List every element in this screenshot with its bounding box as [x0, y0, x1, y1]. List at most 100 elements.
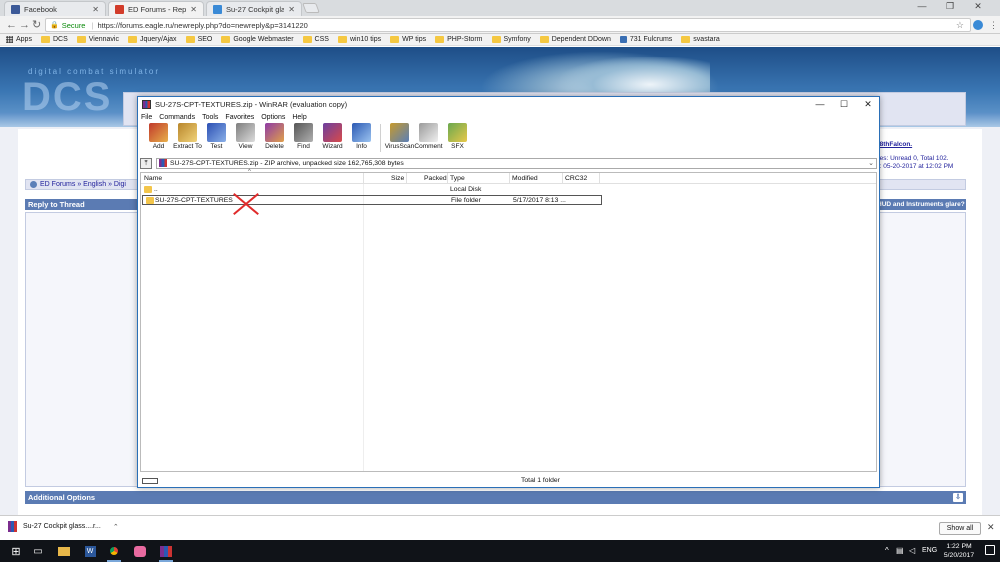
- additional-options-label: Additional Options: [28, 493, 96, 502]
- sfx-button[interactable]: SFX: [443, 123, 472, 150]
- back-icon[interactable]: ←: [6, 17, 17, 33]
- forward-icon[interactable]: →: [19, 17, 30, 33]
- extract-to-button[interactable]: Extract To: [173, 123, 202, 150]
- bookmark-wp-tips[interactable]: WP tips: [390, 36, 426, 43]
- maximize-icon[interactable]: ☐: [832, 97, 856, 112]
- extension-icon[interactable]: [973, 20, 983, 30]
- windows-start-icon[interactable]: ⊞: [8, 543, 24, 559]
- reload-icon[interactable]: ↻: [32, 17, 41, 33]
- chevron-up-icon[interactable]: ^: [885, 546, 889, 555]
- column-size[interactable]: Size: [391, 175, 404, 182]
- menu-commands[interactable]: Commands: [159, 114, 195, 121]
- comment-button[interactable]: Comment: [414, 123, 443, 150]
- page-icon: [619, 36, 627, 43]
- bookmark-win10-tips[interactable]: win10 tips: [337, 36, 381, 43]
- bookmark-viennavic[interactable]: Viennavic: [76, 36, 119, 43]
- column-type[interactable]: Type: [450, 175, 465, 182]
- column-crc32[interactable]: CRC32: [565, 175, 587, 182]
- folder-icon: [221, 36, 231, 43]
- tab-ed-forums[interactable]: ED Forums - Reply to To... ✕: [108, 1, 204, 16]
- download-item[interactable]: Su-27 Cockpit glass....r... ⌃: [8, 521, 119, 532]
- folder-icon: [302, 36, 312, 43]
- bookmark-seo[interactable]: SEO: [185, 36, 212, 43]
- task-view-icon[interactable]: ▭: [30, 543, 46, 559]
- new-tab-button[interactable]: [302, 3, 320, 13]
- url-input[interactable]: 🔒 Secure | https://forums.eagle.ru/newre…: [45, 18, 971, 32]
- file-explorer-icon[interactable]: [56, 543, 72, 559]
- menu-help[interactable]: Help: [292, 114, 306, 121]
- chevron-up-icon[interactable]: ⌃: [113, 523, 119, 531]
- clock-time: 1:22 PM: [946, 543, 972, 550]
- thread-title-link[interactable]: HUD and Instruments glare?: [877, 199, 965, 210]
- chrome-icon[interactable]: [106, 543, 122, 562]
- table-row[interactable]: SU-27S-CPT-TEXTURES File folder 5/17/201…: [142, 195, 602, 205]
- close-icon[interactable]: ✕: [856, 97, 880, 112]
- chevron-down-icon[interactable]: ⌄: [868, 159, 874, 167]
- minimize-icon[interactable]: —: [910, 0, 934, 14]
- folder-up-icon: [144, 186, 152, 193]
- table-row[interactable]: .. Local Disk: [141, 185, 601, 195]
- close-icon[interactable]: ✕: [288, 5, 295, 14]
- apps-icon: [6, 36, 13, 43]
- menu-icon[interactable]: ⋮: [989, 17, 998, 33]
- archive-path-field[interactable]: SU-27S-CPT-TEXTURES.zip - ZIP archive, u…: [156, 157, 877, 169]
- volume-icon[interactable]: ◁: [909, 546, 915, 555]
- bookmark-731-fulcrums[interactable]: 731 Fulcrums: [619, 36, 672, 43]
- archive-file-icon: [8, 521, 17, 532]
- private-messages[interactable]: ges: Unread 0, Total 102.: [876, 155, 949, 162]
- bookmark-jquery[interactable]: Jquery/Ajax: [127, 36, 177, 43]
- bookmark-svastara[interactable]: svastara: [681, 36, 720, 43]
- wizard-button[interactable]: Wizard: [318, 123, 347, 150]
- bookmark-google-webmaster[interactable]: Google Webmaster: [221, 36, 294, 43]
- column-packed[interactable]: Packed: [424, 175, 447, 182]
- test-button[interactable]: Test: [202, 123, 231, 150]
- collapse-icon[interactable]: ⇩: [953, 493, 963, 502]
- winrar-window: SU-27S-CPT-TEXTURES.zip - WinRAR (evalua…: [137, 96, 880, 488]
- bookmark-css[interactable]: CSS: [302, 36, 329, 43]
- delete-button[interactable]: Delete: [260, 123, 289, 150]
- menu-favorites[interactable]: Favorites: [225, 114, 254, 121]
- close-icon[interactable]: ✕: [190, 5, 197, 14]
- info-button[interactable]: Info: [347, 123, 376, 150]
- word-icon[interactable]: W: [82, 543, 98, 559]
- minimize-icon[interactable]: —: [808, 97, 832, 112]
- language-indicator[interactable]: ENG: [922, 547, 937, 554]
- close-window-icon[interactable]: ✕: [966, 0, 990, 14]
- menu-file[interactable]: File: [141, 114, 152, 121]
- maximize-icon[interactable]: ❐: [938, 0, 962, 14]
- additional-options-header: Additional Options ⇩: [25, 491, 966, 504]
- menu-tools[interactable]: Tools: [202, 114, 218, 121]
- menu-options[interactable]: Options: [261, 114, 285, 121]
- close-icon[interactable]: ✕: [92, 5, 99, 14]
- extract-icon: [178, 123, 197, 142]
- bookmark-symfony[interactable]: Symfony: [491, 36, 531, 43]
- bookmark-apps[interactable]: Apps: [6, 36, 32, 43]
- bookmark-dependent-ddown[interactable]: Dependent DDown: [539, 36, 611, 43]
- close-icon[interactable]: ✕: [987, 522, 995, 533]
- network-icon[interactable]: ▤: [896, 546, 904, 555]
- toolbar-divider: [380, 124, 381, 152]
- app-icon[interactable]: [132, 543, 148, 559]
- virusscan-button[interactable]: VirusScan: [385, 123, 414, 150]
- winrar-taskbar-icon[interactable]: [158, 543, 174, 562]
- column-modified[interactable]: Modified: [512, 175, 538, 182]
- up-folder-button[interactable]: ⤒: [140, 157, 152, 169]
- folder-icon: [390, 36, 400, 43]
- winrar-title-bar: SU-27S-CPT-TEXTURES.zip - WinRAR (evalua…: [138, 97, 879, 112]
- lock-icon: 🔒: [50, 22, 59, 29]
- add-button[interactable]: Add: [144, 123, 173, 150]
- view-button[interactable]: View: [231, 123, 260, 150]
- show-all-button[interactable]: Show all: [939, 522, 981, 535]
- bookmark-dcs[interactable]: DCS: [40, 36, 68, 43]
- tab-facebook[interactable]: Facebook ✕: [4, 1, 106, 16]
- star-icon[interactable]: ☆: [956, 20, 964, 31]
- tab-su27-cockpit[interactable]: Su-27 Cockpit glass qu... ✕: [206, 1, 302, 16]
- breadcrumb-text[interactable]: ED Forums » English » Digi: [40, 181, 126, 188]
- notification-icon[interactable]: [985, 545, 995, 555]
- find-button[interactable]: Find: [289, 123, 318, 150]
- column-name[interactable]: Name: [144, 175, 162, 182]
- bookmark-php-storm[interactable]: PHP-Storm: [435, 36, 483, 43]
- status-text: Total 1 folder: [521, 477, 560, 484]
- username-link[interactable]: 18thFalcon.: [876, 141, 912, 148]
- system-clock[interactable]: 1:22 PM 5/20/2017: [938, 542, 980, 560]
